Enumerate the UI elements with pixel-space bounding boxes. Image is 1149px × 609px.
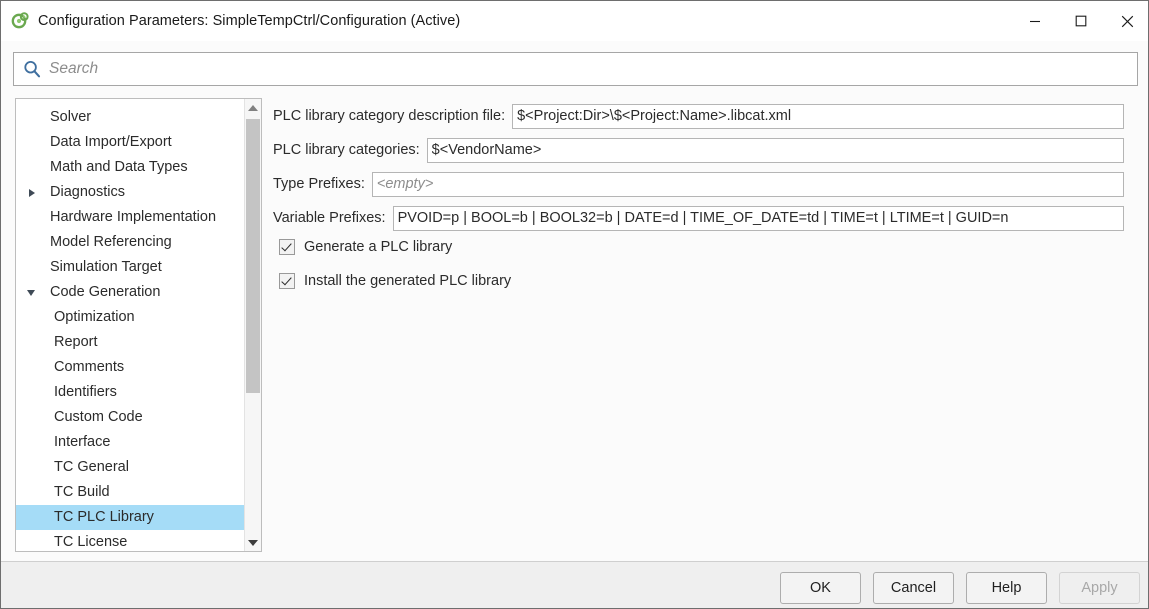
tree-item-label: Identifiers — [54, 384, 117, 401]
tree-item-label: Simulation Target — [50, 259, 162, 276]
tree-item-diagnostics[interactable]: Diagnostics — [16, 180, 244, 205]
configuration-parameters-window: Configuration Parameters: SimpleTempCtrl… — [0, 0, 1149, 609]
tree-item-label: Diagnostics — [50, 184, 125, 201]
tree-vertical-scrollbar[interactable] — [244, 99, 261, 551]
ok-button[interactable]: OK — [780, 572, 861, 604]
plc-library-category-description-file-label: PLC library category description file: — [273, 108, 506, 124]
tree-item-label: Hardware Implementation — [50, 209, 217, 226]
settings-tree[interactable]: Solver Data Import/Export Math and Data Ty… — [16, 99, 244, 551]
tree-item-label: Math and Data Types — [50, 159, 188, 176]
tree-item-label: Optimization — [54, 309, 135, 326]
type-prefixes-label: Type Prefixes: — [273, 176, 365, 192]
dialog-button-row: OK Cancel Help Apply — [780, 572, 1140, 604]
install-generated-plc-library-checkbox[interactable] — [279, 273, 295, 289]
close-button[interactable] — [1104, 1, 1148, 41]
tree-item-comments[interactable]: Comments — [16, 355, 244, 380]
tree-item-interface[interactable]: Interface — [16, 430, 244, 455]
tree-item-simulation-target[interactable]: Simulation Target — [16, 255, 244, 280]
dialog-footer: OK Cancel Help Apply — [1, 561, 1148, 608]
generate-plc-library-checkbox-row[interactable]: Generate a PLC library — [279, 239, 452, 255]
search-icon — [22, 59, 42, 79]
tc-plc-library-pane: PLC library category description file: P… — [273, 91, 1133, 561]
tree-item-label: Solver — [50, 109, 92, 126]
type-prefixes-input[interactable] — [371, 171, 1124, 197]
scrollbar-thumb[interactable] — [246, 119, 260, 393]
help-button[interactable]: Help — [966, 572, 1047, 604]
search-input[interactable] — [49, 60, 1109, 78]
scroll-down-icon[interactable] — [245, 534, 261, 551]
tree-item-code-generation[interactable]: Code Generation — [16, 280, 244, 305]
tree-item-model-referencing[interactable]: Model Referencing — [16, 230, 244, 255]
maximize-button[interactable] — [1058, 1, 1104, 41]
plc-library-category-description-file-input[interactable] — [512, 103, 1124, 129]
tree-item-tc-license[interactable]: TC License — [16, 530, 244, 551]
title-bar: Configuration Parameters: SimpleTempCtrl… — [1, 1, 1148, 41]
settings-tree-panel: Solver Data Import/Export Math and Data Ty… — [15, 98, 262, 552]
scroll-up-icon[interactable] — [245, 99, 261, 116]
generate-plc-library-label: Generate a PLC library — [304, 239, 453, 255]
apply-button: Apply — [1059, 572, 1140, 604]
plc-library-categories-row: PLC library categories: — [273, 137, 1124, 163]
install-generated-plc-library-checkbox-row[interactable]: Install the generated PLC library — [279, 273, 511, 289]
install-generated-plc-library-label: Install the generated PLC library — [304, 273, 512, 289]
window-title: Configuration Parameters: SimpleTempCtrl… — [38, 13, 461, 29]
tree-item-label: Report — [54, 334, 98, 351]
minimize-button[interactable] — [1012, 1, 1058, 41]
generate-plc-library-checkbox[interactable] — [279, 239, 295, 255]
tree-item-solver[interactable]: Solver — [16, 105, 244, 130]
chevron-right-icon[interactable] — [26, 186, 40, 200]
plc-library-categories-input[interactable] — [426, 137, 1124, 163]
type-prefixes-row: Type Prefixes: — [273, 171, 1124, 197]
tree-item-identifiers[interactable]: Identifiers — [16, 380, 244, 405]
cancel-button[interactable]: Cancel — [873, 572, 954, 604]
tree-item-tc-plc-library[interactable]: TC PLC Library — [16, 505, 244, 530]
tree-item-custom-code[interactable]: Custom Code — [16, 405, 244, 430]
tree-item-label: TC Build — [54, 484, 110, 501]
tree-item-optimization[interactable]: Optimization — [16, 305, 244, 330]
plc-library-category-description-file-row: PLC library category description file: — [273, 103, 1124, 129]
tree-item-label: Model Referencing — [50, 234, 172, 251]
tree-item-tc-general[interactable]: TC General — [16, 455, 244, 480]
window-controls — [1012, 1, 1148, 41]
variable-prefixes-label: Variable Prefixes: — [273, 210, 386, 226]
variable-prefixes-row: Variable Prefixes: — [273, 205, 1124, 231]
tree-item-label: TC License — [54, 534, 128, 551]
tree-item-data-import-export[interactable]: Data Import/Export — [16, 130, 244, 155]
tree-item-label: TC General — [54, 459, 129, 476]
tree-item-tc-build[interactable]: TC Build — [16, 480, 244, 505]
tree-item-label: TC PLC Library — [54, 509, 154, 526]
tree-item-hardware-implementation[interactable]: Hardware Implementation — [16, 205, 244, 230]
tree-item-math-and-data-types[interactable]: Math and Data Types — [16, 155, 244, 180]
tree-item-report[interactable]: Report — [16, 330, 244, 355]
simulink-config-icon — [11, 12, 29, 30]
plc-library-categories-label: PLC library categories: — [273, 142, 420, 158]
tree-item-label: Interface — [54, 434, 111, 451]
tree-item-label: Data Import/Export — [50, 134, 172, 151]
search-bar[interactable] — [13, 52, 1138, 86]
tree-item-label: Comments — [54, 359, 125, 376]
chevron-down-icon[interactable] — [26, 286, 40, 300]
tree-item-label: Custom Code — [54, 409, 143, 426]
variable-prefixes-input[interactable] — [392, 205, 1124, 231]
tree-item-label: Code Generation — [50, 284, 161, 301]
dialog-content: Solver Data Import/Export Math and Data Ty… — [1, 91, 1148, 561]
